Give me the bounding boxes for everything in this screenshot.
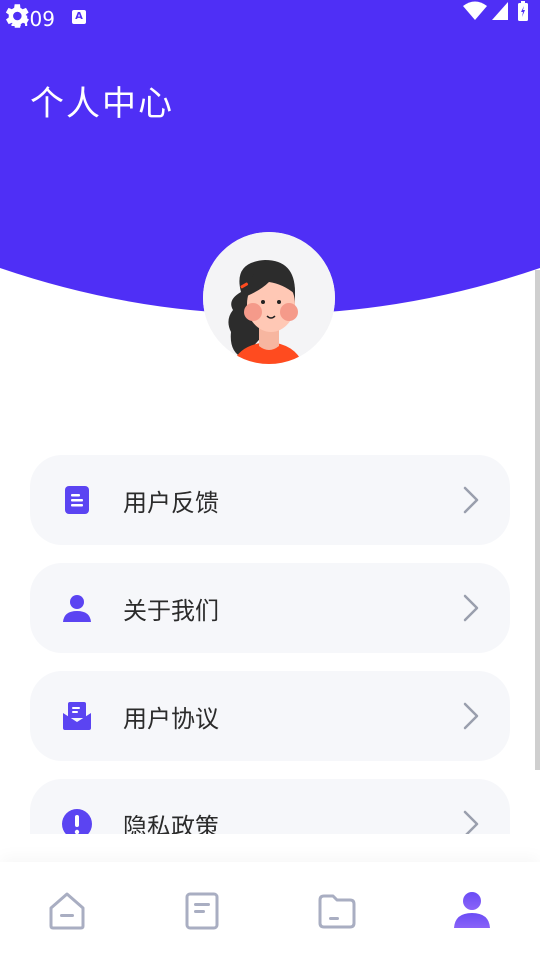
folder-icon[interactable] (317, 890, 357, 932)
mail-icon (63, 702, 91, 730)
menu-item-about[interactable]: 关于我们 (30, 563, 510, 653)
profile-icon[interactable] (452, 890, 492, 932)
menu-item-label: 用户协议 (123, 705, 219, 733)
chevron-right-icon (463, 486, 479, 514)
scrollbar[interactable] (535, 270, 540, 770)
chevron-right-icon (463, 594, 479, 622)
menu-item-label: 关于我们 (123, 597, 219, 625)
page-title: 个人中心 (30, 84, 174, 124)
menu-item-feedback[interactable]: 用户反馈 (30, 455, 510, 545)
avatar[interactable] (203, 232, 335, 364)
menu-item-agreement[interactable]: 用户协议 (30, 671, 510, 761)
signal-icon (492, 2, 508, 20)
battery-icon (518, 1, 528, 21)
bottom-tab-bar (0, 862, 540, 960)
wifi-icon (463, 1, 487, 20)
home-icon[interactable] (47, 890, 87, 932)
chevron-right-icon (463, 702, 479, 730)
exclamation-icon (62, 809, 92, 834)
menu-item-label: 隐私政策 (123, 813, 219, 834)
menu-item-label: 用户反馈 (123, 489, 219, 517)
status-bar: 2:09 A (0, 0, 540, 36)
menu-list: 用户反馈 关于我们 用户协议 隐私政策 (0, 440, 540, 834)
gear-icon[interactable] (0, 0, 32, 32)
document-icon (65, 486, 89, 514)
person-icon (63, 595, 91, 622)
document-icon[interactable] (182, 890, 222, 932)
notification-icon: A (72, 10, 86, 24)
chevron-right-icon (463, 810, 479, 834)
avatar-illustration (203, 232, 335, 364)
menu-item-privacy[interactable]: 隐私政策 (30, 779, 510, 834)
